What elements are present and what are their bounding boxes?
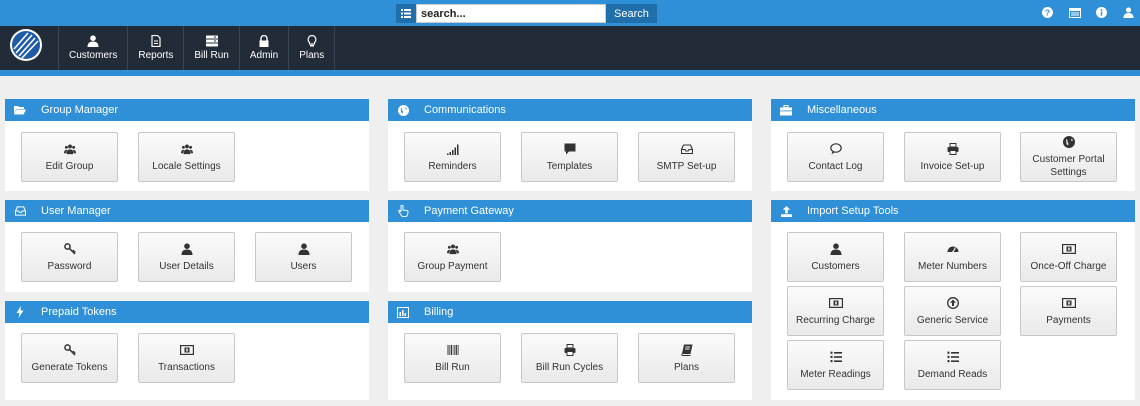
nav-label: Bill Run: [194, 50, 229, 61]
plans-button[interactable]: Plans: [638, 333, 735, 383]
once-off-charge-button[interactable]: Once-Off Charge: [1020, 232, 1117, 282]
password-button[interactable]: Password: [21, 232, 118, 282]
nav-label: Plans: [299, 50, 325, 61]
edit-group-button[interactable]: Edit Group: [21, 132, 118, 182]
hand-pointer-icon: [388, 205, 418, 217]
contact-log-button[interactable]: Contact Log: [787, 132, 884, 182]
help-icon[interactable]: ?: [1040, 5, 1055, 20]
reminders-button[interactable]: Reminders: [404, 132, 501, 182]
window-icon[interactable]: [1067, 5, 1082, 20]
nav-bill-run[interactable]: Bill Run: [183, 26, 238, 70]
globe-icon: [1062, 135, 1075, 149]
money-icon: [1061, 296, 1076, 310]
meter-readings-button[interactable]: Meter Readings: [787, 340, 884, 390]
search-bar: Search: [396, 4, 657, 23]
nav-reports[interactable]: Reports: [127, 26, 183, 70]
bill-run-cycles-button[interactable]: Bill Run Cycles: [521, 333, 618, 383]
user-icon[interactable]: [1121, 5, 1136, 20]
inbox-icon: [5, 206, 35, 216]
server-icon: [205, 35, 218, 47]
panel-title: Billing: [424, 306, 454, 318]
user-icon: [298, 242, 310, 256]
document-icon: [151, 35, 161, 47]
recurring-charge-button[interactable]: Recurring Charge: [787, 286, 884, 336]
users-icon: [180, 142, 193, 156]
signal-bars-icon: [446, 142, 459, 156]
nav-label: Customers: [69, 50, 118, 61]
money-icon: [1061, 242, 1076, 256]
svg-text:?: ?: [1045, 9, 1050, 18]
panel-title: Miscellaneous: [807, 104, 877, 116]
money-icon: [828, 296, 843, 310]
list-menu-icon[interactable]: [396, 4, 416, 23]
folder-open-icon: [5, 105, 35, 115]
ordered-list-icon: [947, 350, 959, 364]
users-button[interactable]: Users: [255, 232, 352, 282]
globe-icon: [388, 104, 418, 116]
nav-customers[interactable]: Customers: [58, 26, 127, 70]
panel-title: Payment Gateway: [424, 205, 514, 217]
users-icon: [446, 242, 459, 256]
nav-underline: [0, 70, 1140, 76]
nav-plans[interactable]: Plans: [288, 26, 336, 70]
info-icon[interactable]: [1094, 5, 1109, 20]
bar-chart-icon: [388, 306, 418, 318]
user-details-button[interactable]: User Details: [138, 232, 235, 282]
generic-service-button[interactable]: Generic Service: [904, 286, 1001, 336]
top-bar: Search ?: [0, 0, 1140, 26]
user-icon: [87, 35, 99, 47]
search-input[interactable]: [416, 4, 606, 23]
import-customers-button[interactable]: Customers: [787, 232, 884, 282]
generate-tokens-button[interactable]: Generate Tokens: [21, 333, 118, 383]
print-icon: [947, 142, 959, 156]
panel-title: Import Setup Tools: [807, 205, 899, 217]
users-icon: [63, 142, 76, 156]
lightbulb-icon: [307, 35, 317, 47]
nav-label: Admin: [249, 50, 279, 61]
customer-portal-settings-button[interactable]: Customer Portal Settings: [1020, 132, 1117, 182]
transactions-button[interactable]: Transactions: [138, 333, 235, 383]
locale-settings-button[interactable]: Locale Settings: [138, 132, 235, 182]
bolt-icon: [5, 306, 35, 318]
chat-bubble-icon: [829, 142, 842, 156]
briefcase-icon: [771, 104, 801, 116]
nav-admin[interactable]: Admin: [238, 26, 288, 70]
payments-button[interactable]: Payments: [1020, 286, 1117, 336]
main-navbar: Customers Reports Bill Run Admin Plans: [0, 26, 1140, 70]
arrow-circle-up-icon: [946, 296, 959, 310]
templates-button[interactable]: Templates: [521, 132, 618, 182]
panel-title: Group Manager: [41, 104, 119, 116]
lock-icon: [259, 35, 269, 47]
dashboard-icon: [947, 242, 959, 256]
ordered-list-icon: [830, 350, 842, 364]
meter-numbers-button[interactable]: Meter Numbers: [904, 232, 1001, 282]
panel-title: Prepaid Tokens: [41, 306, 117, 318]
inbox-icon: [680, 142, 693, 156]
print-icon: [564, 343, 576, 357]
invoice-setup-button[interactable]: Invoice Set-up: [904, 132, 1001, 182]
key-icon: [63, 343, 76, 357]
panel-title: User Manager: [41, 205, 111, 217]
group-payment-button[interactable]: Group Payment: [404, 232, 501, 282]
panel-title: Communications: [424, 104, 506, 116]
money-icon: [179, 343, 194, 357]
smtp-setup-button[interactable]: SMTP Set-up: [638, 132, 735, 182]
key-icon: [63, 242, 76, 256]
book-icon: [680, 343, 693, 357]
user-icon: [830, 242, 842, 256]
comment-icon: [564, 142, 576, 156]
demand-reads-button[interactable]: Demand Reads: [904, 340, 1001, 390]
user-icon: [181, 242, 193, 256]
upload-icon: [771, 205, 801, 217]
nav-label: Reports: [138, 50, 174, 61]
logo[interactable]: [10, 29, 42, 61]
barcode-icon: [447, 343, 459, 357]
search-button[interactable]: Search: [606, 4, 657, 23]
bill-run-button[interactable]: Bill Run: [404, 333, 501, 383]
